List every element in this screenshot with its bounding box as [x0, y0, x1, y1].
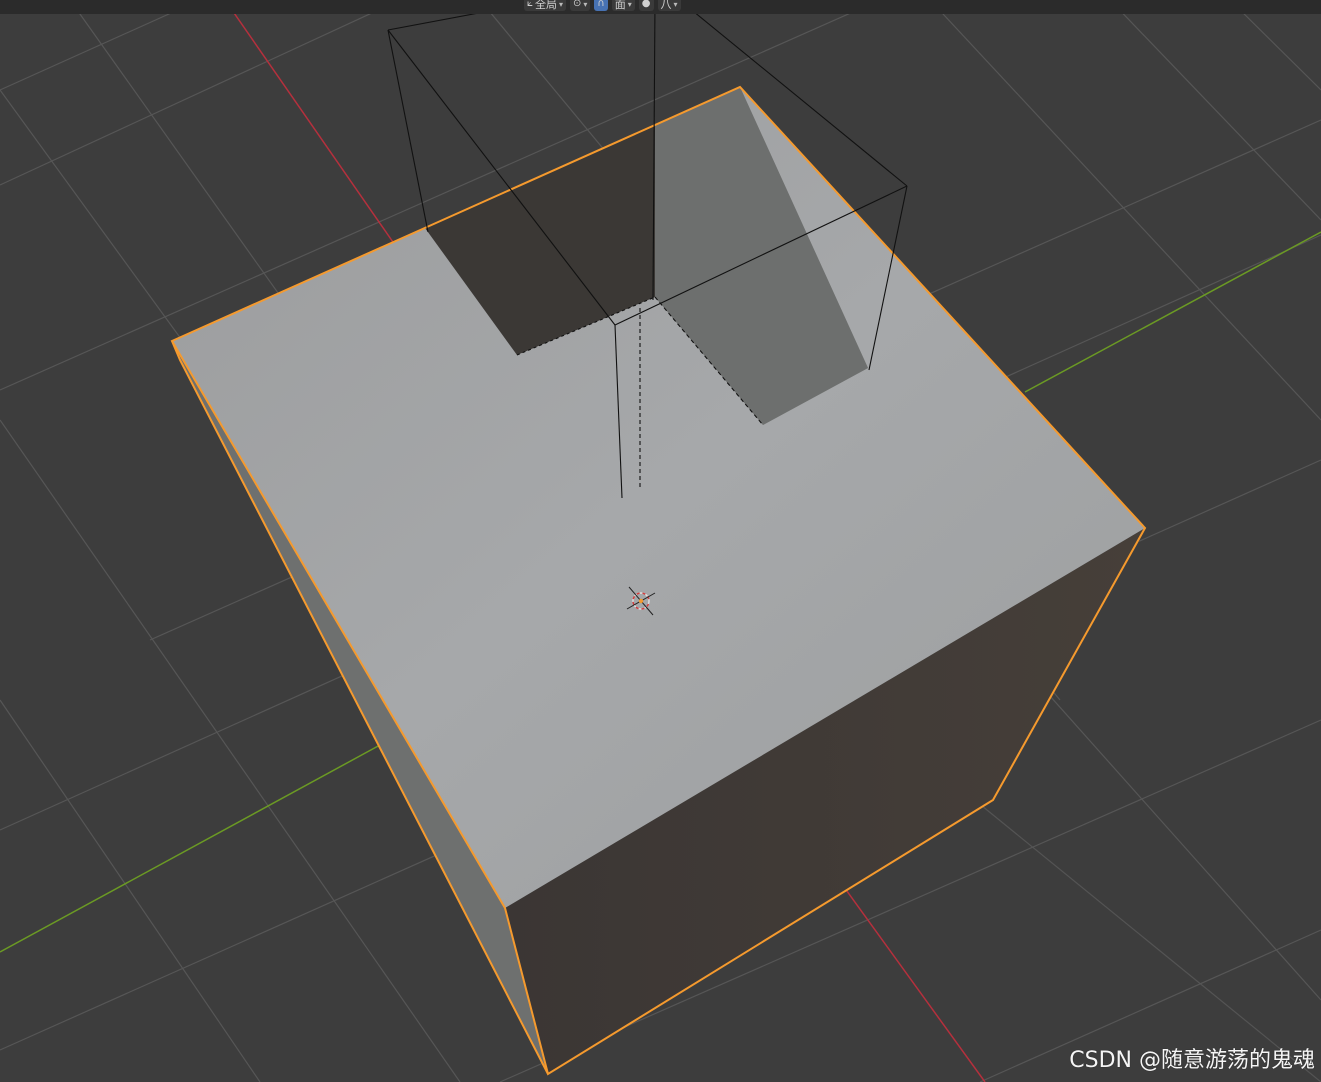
viewport-header-controls: ⟀ 全局 ▾ ⊙ ▾ ∩ 面 ▾ ● 八 ▾	[524, 0, 681, 12]
pivot-point-icon: ⊙	[573, 0, 582, 9]
selected-cube[interactable]	[170, 85, 1147, 1076]
snapping-toggle[interactable]: ∩	[594, 0, 608, 11]
watermark-text: CSDN @随意游荡的鬼魂	[1069, 1048, 1315, 1073]
y-axis-line	[1024, 231, 1321, 393]
snap-target-label: 面	[614, 0, 626, 11]
transform-orientation-label: 全局	[535, 0, 557, 11]
x-axis-line	[224, 0, 396, 246]
proportional-falloff-label: 八	[660, 0, 672, 11]
viewport-scene[interactable]	[0, 0, 1321, 1082]
pivot-point-dropdown[interactable]: ⊙ ▾	[570, 0, 591, 11]
proportional-edit-icon: ●	[641, 0, 651, 9]
3d-viewport[interactable]: ⟀ 全局 ▾ ⊙ ▾ ∩ 面 ▾ ● 八 ▾ CSDN @随意游荡的鬼魂	[0, 0, 1321, 1082]
proportional-falloff-dropdown[interactable]: 八 ▾	[657, 0, 681, 11]
orientation-icon: ⟀	[527, 0, 533, 9]
transform-orientation-dropdown[interactable]: ⟀ 全局 ▾	[524, 0, 567, 11]
chevron-down-icon: ▾	[583, 0, 588, 9]
proportional-edit-toggle[interactable]: ●	[638, 0, 654, 11]
chevron-down-icon: ▾	[627, 0, 632, 9]
snap-target-dropdown[interactable]: 面 ▾	[611, 0, 635, 11]
chevron-down-icon: ▾	[559, 0, 564, 9]
y-axis-line-lower	[0, 744, 381, 953]
chevron-down-icon: ▾	[673, 0, 678, 9]
snap-magnet-icon: ∩	[597, 0, 605, 9]
